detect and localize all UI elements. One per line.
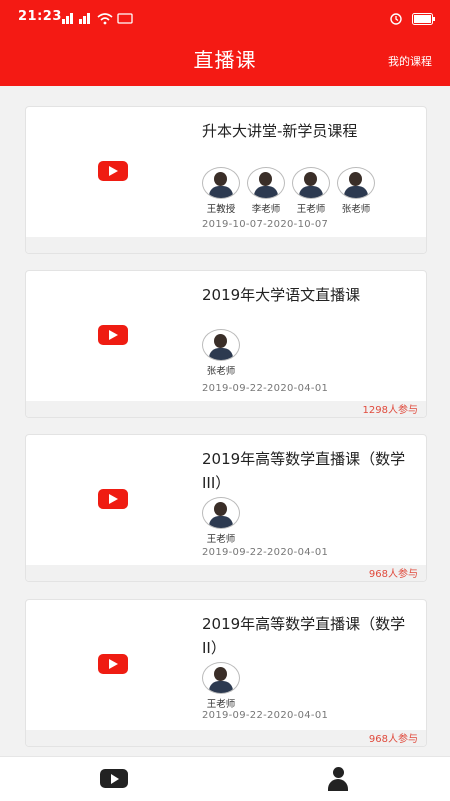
card-footer: 1298人参与 — [26, 401, 426, 417]
status-bar: 21:23 — [0, 0, 450, 36]
course-card[interactable]: 2019年大学语文直播课 张老师 2019-09-22-2020-04-01 1… — [25, 270, 427, 418]
teacher: 王老师 — [202, 497, 240, 545]
course-title: 2019年高等数学直播课（数学II） — [202, 615, 406, 657]
avatar — [202, 497, 240, 529]
play-icon — [98, 325, 128, 345]
avatar — [202, 167, 240, 199]
signal-icon — [62, 10, 137, 29]
course-title: 升本大讲堂-新学员课程 — [202, 122, 358, 140]
alarm-icon — [390, 10, 402, 29]
card-footer — [26, 237, 426, 253]
status-time: 21:23 — [18, 9, 62, 24]
play-icon — [98, 161, 128, 181]
course-date: 2019-10-07-2020-10-07 — [202, 219, 329, 230]
teacher: 张老师 — [337, 167, 375, 215]
battery-icon — [412, 10, 436, 29]
teacher-list: 王老师 — [202, 497, 240, 545]
teacher-name: 王老师 — [206, 699, 236, 710]
teacher-name: 张老师 — [341, 204, 371, 215]
teacher-name: 王老师 — [296, 204, 326, 215]
teacher-list: 张老师 — [202, 329, 240, 377]
card-footer: 968人参与 — [26, 730, 426, 746]
avatar — [337, 167, 375, 199]
tab-live-play-icon[interactable] — [100, 769, 128, 788]
avatar — [202, 329, 240, 361]
header: 21:23 直播课 我的课程 — [0, 0, 450, 86]
course-list[interactable]: 升本大讲堂-新学员课程 王教授 李老师 王老师 张老师 2019-10-07-2… — [0, 86, 450, 756]
tab-me-person-icon[interactable] — [326, 767, 350, 793]
teacher-name: 张老师 — [206, 366, 236, 377]
tab-bar — [0, 756, 450, 801]
teacher-list: 王老师 — [202, 662, 240, 710]
course-card[interactable]: 2019年高等数学直播课（数学III） 王老师 2019-09-22-2020-… — [25, 434, 427, 582]
course-card[interactable]: 2019年高等数学直播课（数学II） 王老师 2019-09-22-2020-0… — [25, 599, 427, 747]
participants-count: 1298人参与 — [362, 405, 418, 416]
teacher: 王老师 — [292, 167, 330, 215]
course-title: 2019年大学语文直播课 — [202, 286, 361, 304]
teacher: 张老师 — [202, 329, 240, 377]
teacher-name: 李老师 — [251, 204, 281, 215]
play-icon — [98, 654, 128, 674]
course-date: 2019-09-22-2020-04-01 — [202, 383, 329, 394]
teacher: 李老师 — [247, 167, 285, 215]
course-date: 2019-09-22-2020-04-01 — [202, 710, 329, 721]
teacher: 王教授 — [202, 167, 240, 215]
avatar — [247, 167, 285, 199]
participants-count: 968人参与 — [368, 569, 418, 580]
course-card[interactable]: 升本大讲堂-新学员课程 王教授 李老师 王老师 张老师 2019-10-07-2… — [25, 106, 427, 254]
play-icon — [98, 489, 128, 509]
teacher: 王老师 — [202, 662, 240, 710]
participants-count: 968人参与 — [368, 734, 418, 745]
course-date: 2019-09-22-2020-04-01 — [202, 547, 329, 558]
teacher-name: 王老师 — [206, 534, 236, 545]
page-title: 直播课 — [193, 48, 257, 72]
avatar — [202, 662, 240, 694]
teacher-name: 王教授 — [206, 204, 236, 215]
teacher-list: 王教授 李老师 王老师 张老师 — [202, 167, 375, 215]
my-courses-link[interactable]: 我的课程 — [388, 53, 432, 69]
course-title: 2019年高等数学直播课（数学III） — [202, 450, 406, 492]
avatar — [292, 167, 330, 199]
card-footer: 968人参与 — [26, 565, 426, 581]
